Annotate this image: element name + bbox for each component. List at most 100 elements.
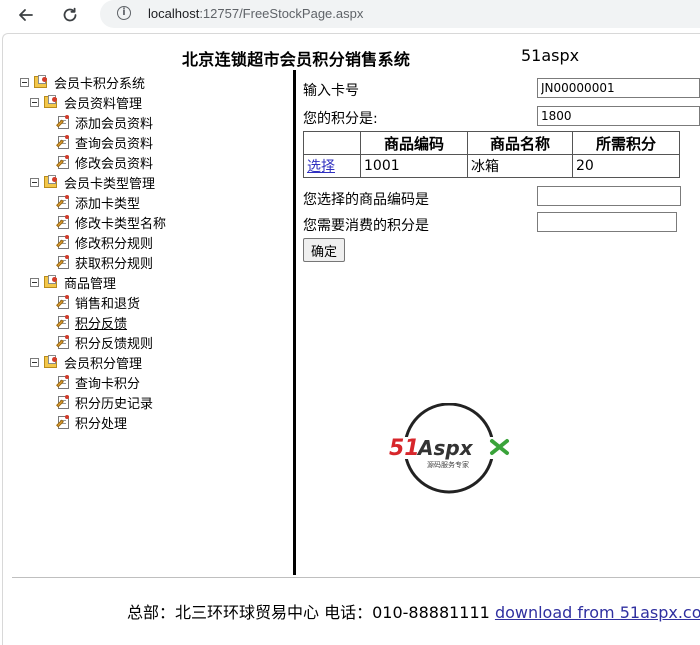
- tree-group-label: 商品管理: [64, 276, 117, 292]
- folder-icon: [43, 275, 59, 289]
- tree-item[interactable]: 获取积分规则: [56, 253, 154, 272]
- reload-icon: [63, 7, 77, 22]
- tree-item[interactable]: 积分反馈规则: [56, 333, 154, 352]
- need-points-input[interactable]: [537, 212, 677, 232]
- tree-item-label: 修改会员资料: [75, 156, 154, 172]
- back-button[interactable]: [14, 3, 38, 27]
- tree-item-label: 积分反馈: [75, 316, 128, 332]
- product-table: 商品编码 商品名称 所需积分 选择 1001 冰箱 20: [303, 131, 680, 178]
- table-header-row: 商品编码 商品名称 所需积分: [303, 131, 680, 155]
- tree-root-label: 会员卡积分系统: [54, 76, 146, 92]
- tree-group-label: 会员资料管理: [64, 96, 143, 112]
- tree-root[interactable]: 会员卡积分系统: [20, 73, 146, 92]
- page-edit-icon: [56, 294, 70, 310]
- tree-item-label: 添加会员资料: [75, 116, 154, 132]
- page-edit-icon: [56, 234, 70, 250]
- tree-item-label: 积分处理: [75, 416, 128, 432]
- reload-button[interactable]: [58, 3, 82, 27]
- column-header-action: [303, 131, 361, 155]
- footer: 总部：北三环环球贸易中心 电话：010-88881111 download fr…: [127, 599, 700, 623]
- table-cell-name: 冰箱: [467, 154, 573, 178]
- tree-group[interactable]: 会员卡类型管理: [30, 173, 156, 192]
- table-cell-action: 选择: [303, 154, 361, 178]
- tree-group[interactable]: 商品管理: [30, 273, 117, 292]
- url-host: localhost: [148, 6, 200, 21]
- page-edit-icon: [56, 214, 70, 230]
- logo-51-text: 51: [389, 436, 420, 461]
- page-edit-icon: [56, 414, 70, 430]
- footer-divider: [12, 577, 700, 578]
- page-edit-icon: [56, 394, 70, 410]
- tree-item[interactable]: 添加卡类型: [56, 193, 141, 212]
- site-info-icon[interactable]: i: [117, 6, 131, 20]
- collapse-toggle-icon[interactable]: [20, 77, 29, 87]
- collapse-toggle-icon[interactable]: [30, 97, 39, 107]
- column-header-code: 商品编码: [360, 131, 468, 155]
- tree-group-label: 会员积分管理: [64, 356, 143, 372]
- tree-item-label: 积分反馈规则: [75, 336, 154, 352]
- tree-item[interactable]: 销售和退货: [56, 293, 141, 312]
- url-path: :12757/FreeStockPage.aspx: [199, 6, 364, 21]
- footer-text: 总部：北三环环球贸易中心 电话：010-88881111: [127, 603, 495, 622]
- tree-item-label: 获取积分规则: [75, 256, 154, 272]
- page-edit-icon: [56, 194, 70, 210]
- points-label: 您的积分是:: [303, 111, 378, 127]
- page-edit-icon: [56, 134, 70, 150]
- tree-group[interactable]: 会员资料管理: [30, 93, 143, 112]
- table-cell-code: 1001: [360, 154, 468, 178]
- folder-icon: [43, 175, 59, 189]
- tree-item-label: 修改积分规则: [75, 236, 154, 252]
- collapse-toggle-icon[interactable]: [30, 357, 39, 367]
- card-number-label: 输入卡号: [303, 83, 359, 99]
- tree-item[interactable]: 查询会员资料: [56, 133, 154, 152]
- frame-divider[interactable]: [293, 70, 296, 575]
- confirm-button[interactable]: 确定: [303, 238, 345, 262]
- tree-item-label: 积分历史记录: [75, 396, 154, 412]
- points-field[interactable]: [537, 106, 700, 126]
- card-number-input[interactable]: [537, 78, 700, 98]
- need-points-label: 您需要消费的积分是: [303, 218, 429, 234]
- tree-item[interactable]: 添加会员资料: [56, 113, 154, 132]
- collapse-toggle-icon[interactable]: [30, 177, 39, 187]
- tree-item-label: 查询卡积分: [75, 376, 141, 392]
- page-edit-icon: [56, 254, 70, 270]
- column-header-name: 商品名称: [467, 131, 573, 155]
- page-edit-icon: [56, 374, 70, 390]
- page-edit-icon: [56, 334, 70, 350]
- footer-download-link[interactable]: download from 51aspx.com: [495, 603, 700, 622]
- tree-item[interactable]: 积分历史记录: [56, 393, 154, 412]
- tree-item[interactable]: 修改卡类型名称: [56, 213, 167, 232]
- select-link[interactable]: 选择: [307, 159, 335, 175]
- folder-icon: [43, 95, 59, 109]
- tree-group-label: 会员卡类型管理: [64, 176, 156, 192]
- page-edit-icon: [56, 154, 70, 170]
- collapse-toggle-icon[interactable]: [30, 277, 39, 287]
- tree-item-label: 修改卡类型名称: [75, 216, 167, 232]
- tree-item-label: 添加卡类型: [75, 196, 141, 212]
- 51aspx-logo: 51 Aspx 源码服务专家: [387, 403, 512, 494]
- logo-aspx-text: Aspx: [416, 436, 474, 460]
- table-row: 选择 1001 冰箱 20: [303, 154, 680, 178]
- browser-toolbar: i localhost:12757/FreeStockPage.aspx: [0, 0, 700, 30]
- tree-item[interactable]: 修改积分规则: [56, 233, 154, 252]
- brand-text: 51aspx: [521, 46, 580, 65]
- page-title: 北京连锁超市会员积分销售系统: [182, 50, 411, 69]
- page-edit-icon: [56, 314, 70, 330]
- folder-icon: [43, 355, 59, 369]
- url-text[interactable]: localhost:12757/FreeStockPage.aspx: [148, 6, 363, 21]
- tree-group[interactable]: 会员积分管理: [30, 353, 143, 372]
- back-arrow-icon: [19, 9, 33, 21]
- folder-icon: [33, 75, 49, 89]
- selected-code-label: 您选择的商品编码是: [303, 192, 429, 208]
- column-header-points: 所需积分: [572, 131, 680, 155]
- tree-item[interactable]: 修改会员资料: [56, 153, 154, 172]
- tree-item-label: 查询会员资料: [75, 136, 154, 152]
- page-edit-icon: [56, 114, 70, 130]
- table-cell-points: 20: [572, 154, 680, 178]
- tree-item[interactable]: 查询卡积分: [56, 373, 141, 392]
- tree-item[interactable]: 积分处理: [56, 413, 128, 432]
- tree-item-label: 销售和退货: [75, 296, 141, 312]
- tree-item[interactable]: 积分反馈: [56, 313, 128, 332]
- logo-subtitle: 源码服务专家: [427, 460, 469, 469]
- selected-code-input[interactable]: [537, 186, 681, 206]
